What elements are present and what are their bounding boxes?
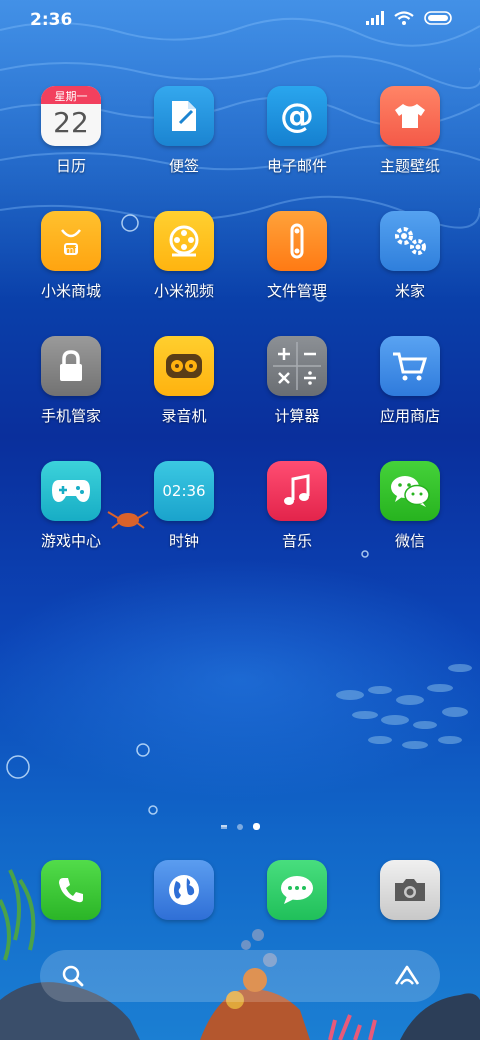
app-file-manager[interactable]: 文件管理: [242, 211, 352, 301]
app-email[interactable]: @ 电子邮件: [242, 86, 352, 176]
clock-time: 02:36: [162, 482, 206, 500]
wifi-icon: [394, 11, 414, 25]
dock-camera[interactable]: [355, 860, 465, 920]
app-label: 电子邮件: [266, 157, 327, 175]
shopping-bag-icon: mi: [41, 211, 101, 271]
app-label: 小米商城: [40, 282, 101, 300]
lock-icon: [41, 336, 101, 396]
app-label: 录音机: [161, 407, 207, 425]
film-reel-icon: [154, 211, 214, 271]
calendar-weekday: 星期一: [54, 90, 88, 103]
search-bar[interactable]: [40, 950, 440, 1002]
message-bubble-icon: [267, 860, 327, 920]
app-mi-store[interactable]: mi 小米商城: [16, 211, 126, 301]
app-notes[interactable]: 便签: [129, 86, 239, 176]
calendar-day: 22: [53, 106, 89, 139]
app-mi-home[interactable]: 米家: [355, 211, 465, 301]
app-game-center[interactable]: 游戏中心: [16, 461, 126, 551]
app-mi-video[interactable]: 小米视频: [129, 211, 239, 301]
status-time: 2:36: [30, 10, 73, 30]
battery-icon: [424, 11, 452, 25]
music-note-icon: [267, 461, 327, 521]
signal-icon: [366, 11, 384, 25]
calculator-icon: [267, 336, 327, 396]
dock-browser[interactable]: [129, 860, 239, 920]
app-label: 便签: [168, 157, 199, 175]
phone-icon: [41, 860, 101, 920]
app-calendar[interactable]: 星期一 22 日历: [16, 86, 126, 176]
app-app-store[interactable]: 应用商店: [355, 336, 465, 426]
dock-messages[interactable]: [242, 860, 352, 920]
gamepad-icon: [41, 461, 101, 521]
at-icon: @: [267, 86, 327, 146]
app-label: 日历: [55, 157, 86, 175]
app-label: 微信: [394, 532, 425, 550]
wechat-icon: [380, 461, 440, 521]
folder-clip-icon: [267, 211, 327, 271]
app-label: 游戏中心: [40, 532, 101, 550]
app-label: 文件管理: [266, 282, 327, 300]
dock-phone[interactable]: [16, 860, 126, 920]
app-label: 米家: [394, 282, 425, 300]
search-icon[interactable]: [62, 965, 84, 987]
app-label: 时钟: [168, 532, 199, 550]
page-dot: [220, 824, 227, 829]
app-label: 计算器: [274, 407, 320, 425]
clock-icon: 02:36: [154, 461, 214, 521]
calendar-icon: 星期一 22: [41, 86, 101, 146]
app-label: 应用商店: [379, 407, 440, 425]
app-label: 小米视频: [153, 282, 214, 300]
camera-icon: [380, 860, 440, 920]
app-clock[interactable]: 02:36 时钟: [129, 461, 239, 551]
app-themes[interactable]: 主题壁纸: [355, 86, 465, 176]
page-indicator[interactable]: [0, 823, 480, 830]
page-dot-active: [252, 823, 260, 830]
cassette-icon: [154, 336, 214, 396]
app-label: 音乐: [281, 532, 312, 550]
app-music[interactable]: 音乐: [242, 461, 352, 551]
app-security[interactable]: 手机管家: [16, 336, 126, 426]
cart-icon: [380, 336, 440, 396]
app-label: 手机管家: [40, 407, 101, 425]
shirt-icon: [380, 86, 440, 146]
app-wechat[interactable]: 微信: [355, 461, 465, 551]
globe-icon: [154, 860, 214, 920]
gears-icon: [380, 211, 440, 271]
app-label: 主题壁纸: [379, 157, 440, 175]
svg-text:mi: mi: [65, 246, 76, 256]
app-calculator[interactable]: 计算器: [242, 336, 352, 426]
app-recorder[interactable]: 录音机: [129, 336, 239, 426]
page-dot: [236, 823, 243, 830]
voice-assistant-icon[interactable]: [394, 964, 420, 988]
notes-icon: [154, 86, 214, 146]
status-bar: 2:36: [0, 0, 480, 40]
